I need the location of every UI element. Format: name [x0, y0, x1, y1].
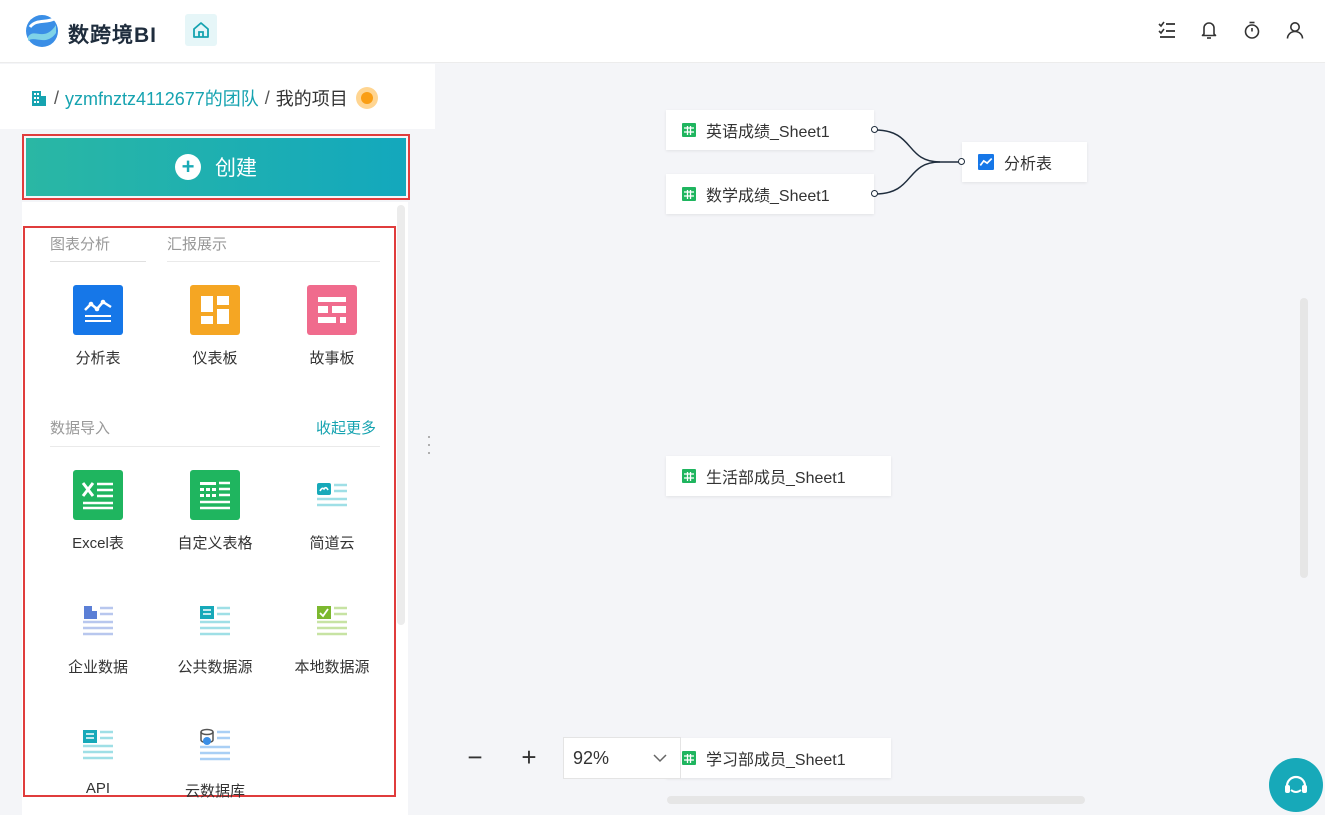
- zoom-level-select[interactable]: 92%: [563, 737, 681, 779]
- zoom-in-button[interactable]: +: [516, 744, 542, 770]
- sheet-icon: [682, 123, 696, 137]
- node-math-scores[interactable]: 数学成绩_Sheet1: [666, 174, 874, 214]
- sheet-icon: [682, 751, 696, 765]
- node-input-port[interactable]: [958, 158, 965, 165]
- sheet-icon: [682, 469, 696, 483]
- chevron-down-icon: [653, 754, 667, 763]
- canvas-horizontal-scrollbar[interactable]: [667, 796, 1085, 804]
- customer-service-button[interactable]: [1269, 758, 1323, 812]
- zoom-level-value: 92%: [573, 747, 610, 768]
- zoom-out-button[interactable]: −: [462, 744, 488, 770]
- node-label: 分析表: [1004, 156, 1053, 173]
- node-label: 英语成绩_Sheet1: [706, 124, 830, 141]
- node-analysis-table[interactable]: 分析表: [962, 142, 1087, 182]
- headset-icon: [1285, 775, 1307, 793]
- analysis-table-icon: [978, 154, 994, 170]
- node-label: 学习部成员_Sheet1: [706, 752, 846, 769]
- canvas-vertical-scrollbar[interactable]: [1300, 298, 1308, 578]
- node-connectors: [874, 129, 962, 195]
- node-study-dept-members[interactable]: 学习部成员_Sheet1: [666, 738, 891, 778]
- node-english-scores[interactable]: 英语成绩_Sheet1: [666, 110, 874, 150]
- node-life-dept-members[interactable]: 生活部成员_Sheet1: [666, 456, 891, 496]
- node-label: 生活部成员_Sheet1: [706, 470, 846, 487]
- node-output-port[interactable]: [871, 190, 878, 197]
- sheet-icon: [682, 187, 696, 201]
- node-label: 数学成绩_Sheet1: [706, 188, 830, 205]
- node-output-port[interactable]: [871, 126, 878, 133]
